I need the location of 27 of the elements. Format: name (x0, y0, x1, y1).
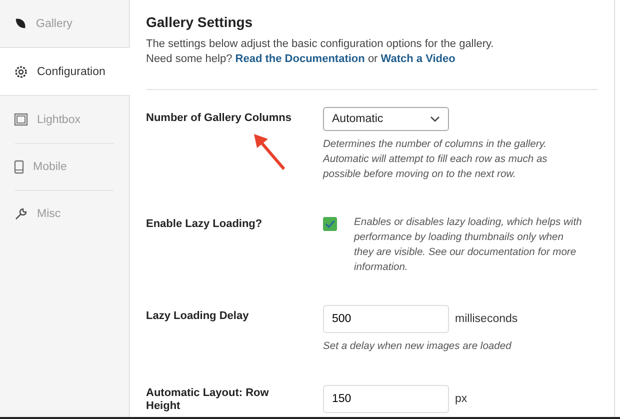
section-title: Gallery Settings (146, 14, 254, 30)
leaf-icon (14, 17, 27, 30)
description-text: The settings below adjust the basic configuration options for the gallery. (146, 37, 495, 52)
sidebar-tab[interactable]: Configuration (0, 47, 130, 96)
setting-label: Automatic Layout: Row Height (146, 387, 270, 413)
setting-label: Enable Lazy Loading? (146, 217, 262, 232)
mobile-icon (14, 160, 24, 174)
wrench-icon (14, 206, 28, 220)
video-link[interactable]: Watch a Video (380, 53, 456, 65)
frame-icon (14, 113, 28, 126)
columns-dropdown[interactable]: Automatic (323, 107, 449, 131)
annotation-arrow (252, 133, 288, 171)
help-text: Enables or disables lazy loading, which helps with performance by loading thumbnails only when they are visible. See our documentation for more information. (354, 216, 583, 275)
unit-label: px (455, 393, 468, 405)
setting-label: Number of Gallery Columns (146, 111, 292, 126)
help-text: Set a delay when new images are loaded (323, 340, 512, 354)
number-field[interactable]: 500 (323, 305, 449, 333)
setting-label: Lazy Loading Delay (146, 309, 249, 324)
unit-label: milliseconds (455, 313, 518, 325)
help-text: Need some help? (146, 53, 232, 65)
gear-icon (14, 64, 28, 78)
chevron-icon (430, 116, 440, 122)
help-text: Determines the number of columns in the gallery. Automatic will attempt to fill each row as much as possible before moving on to the next row. (323, 138, 548, 182)
number-field[interactable]: 150 (323, 385, 449, 413)
or-text: or (368, 53, 378, 65)
documentation-link[interactable]: Read the Documentation (235, 53, 365, 65)
lazy-loading-checkbox[interactable] (323, 217, 337, 231)
